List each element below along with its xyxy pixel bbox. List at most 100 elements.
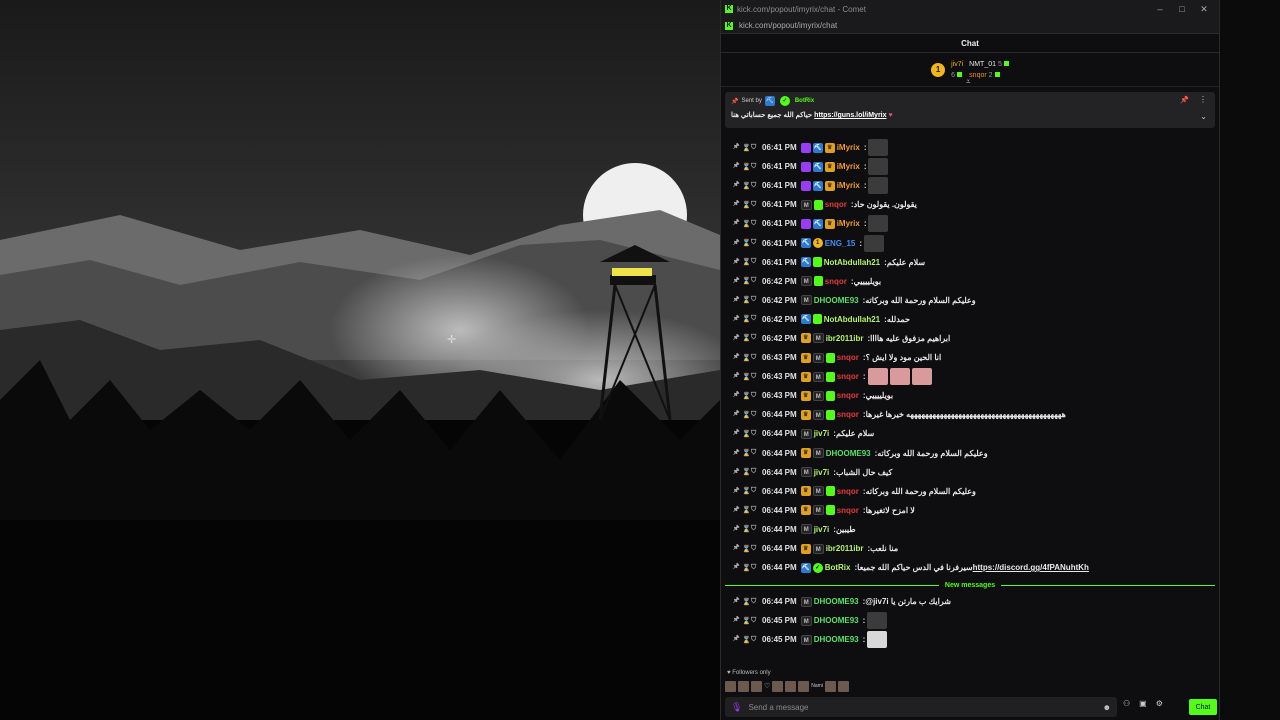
timeout-icon[interactable]: ⌛: [742, 468, 751, 476]
chat-message[interactable]: 🖈 ⌛ ⛉ 06:43 PM ♛ Msnqor:: [725, 367, 1215, 386]
timeout-icon[interactable]: ⌛: [742, 487, 751, 495]
pinned-message[interactable]: 📌 Sent by ⛏ ✓ BotRix حياكم الله جميع حسا…: [725, 92, 1215, 128]
ban-icon[interactable]: ⛉: [751, 487, 760, 495]
pin-message-icon[interactable]: 🖈: [733, 562, 742, 573]
timeout-icon[interactable]: ⌛: [742, 545, 751, 553]
message-username[interactable]: iMyrix: [837, 219, 860, 228]
chat-message[interactable]: 🖈 ⌛ ⛉ 06:41 PM ⛏ 1 ENG_15:: [725, 233, 1215, 252]
pin-message-icon[interactable]: 🖈: [733, 180, 742, 191]
message-username[interactable]: snqor: [837, 487, 859, 496]
ban-icon[interactable]: ⛉: [751, 468, 760, 476]
pin-message-icon[interactable]: 🖈: [733, 524, 742, 535]
emote-icon[interactable]: [798, 680, 810, 692]
chat-message[interactable]: 🖈 ⌛ ⛉ 06:44 PM M DHOOME93: @jiv7i شرايك ب مار…: [725, 592, 1215, 611]
ban-icon[interactable]: ⛉: [751, 449, 760, 457]
emote-label[interactable]: Nami: [811, 683, 823, 689]
url-text[interactable]: kick.com/popout/imyrix/chat: [739, 21, 837, 30]
ban-icon[interactable]: ⛉: [751, 506, 760, 514]
message-username[interactable]: DHOOME93: [814, 296, 859, 305]
timeout-icon[interactable]: ⌛: [742, 220, 751, 228]
leaderboard-others[interactable]: NMT_01 5 snqor 2: [969, 59, 1009, 81]
message-username[interactable]: snqor: [837, 372, 859, 381]
emote-icon[interactable]: [738, 680, 749, 692]
ban-icon[interactable]: ⛉: [751, 598, 760, 606]
minimize-button[interactable]: –: [1149, 4, 1171, 14]
chat-message[interactable]: 🖈 ⌛ ⛉ 06:43 PM ♛ Msnqor: انا الحين مود ولا اي…: [725, 348, 1215, 367]
timeout-icon[interactable]: ⌛: [742, 636, 751, 644]
emote-icon[interactable]: [725, 680, 736, 692]
pin-message-icon[interactable]: 🖈: [733, 161, 742, 172]
ban-icon[interactable]: ⛉: [751, 411, 760, 419]
pin-message-icon[interactable]: 🖈: [733, 257, 742, 268]
emote-icon[interactable]: [751, 680, 762, 692]
pin-message-icon[interactable]: 🖈: [733, 295, 742, 306]
chat-message[interactable]: 🖈 ⌛ ⛉ 06:41 PM ⛏ ♛ iMyrix:: [725, 138, 1215, 157]
chat-message[interactable]: 🖈 ⌛ ⛉ 06:44 PM ♛ Msnqor: وعليكم السلام ورحمة …: [725, 482, 1215, 501]
timeout-icon[interactable]: ⌛: [742, 617, 751, 625]
message-input[interactable]: [748, 702, 1097, 712]
kick-points-icon[interactable]: ⚇: [1123, 699, 1130, 708]
emote-icon[interactable]: [824, 680, 836, 692]
chat-message[interactable]: 🖈 ⌛ ⛉ 06:41 PM ⛏ ♛ iMyrix:: [725, 157, 1215, 176]
timeout-icon[interactable]: ⌛: [742, 144, 751, 152]
ban-icon[interactable]: ⛉: [751, 564, 760, 572]
chat-message[interactable]: 🖈 ⌛ ⛉ 06:44 PM ♛ Msnqor: هههههههههههههههههههه…: [725, 405, 1215, 424]
chat-message[interactable]: 🖈 ⌛ ⛉ 06:42 PM M DHOOME93: وعليكم السلام ورحم…: [725, 291, 1215, 310]
ban-icon[interactable]: ⛉: [751, 182, 760, 190]
heart-icon[interactable]: ♡: [764, 682, 770, 690]
more-options-icon[interactable]: ⋮: [1199, 95, 1207, 104]
chat-message[interactable]: 🖈 ⌛ ⛉ 06:44 PM Mjiv7i: كيف حال الشباب: [725, 463, 1215, 482]
timeout-icon[interactable]: ⌛: [742, 411, 751, 419]
chevron-down-icon[interactable]: ⌄: [1200, 112, 1207, 121]
chat-message[interactable]: 🖈 ⌛ ⛉ 06:44 PM Mjiv7i: سلام عليكم: [725, 424, 1215, 443]
pin-message-icon[interactable]: 🖈: [733, 333, 742, 344]
timeout-icon[interactable]: ⌛: [742, 163, 751, 171]
message-username[interactable]: ENG_15: [825, 239, 856, 248]
ban-icon[interactable]: ⛉: [751, 258, 760, 266]
message-username[interactable]: snqor: [837, 410, 859, 419]
message-username[interactable]: BotRix: [825, 563, 851, 572]
ban-icon[interactable]: ⛉: [751, 636, 760, 644]
ban-icon[interactable]: ⛉: [751, 277, 760, 285]
pin-message-icon[interactable]: 🖈: [733, 505, 742, 516]
timeout-icon[interactable]: ⌛: [742, 373, 751, 381]
timeout-icon[interactable]: ⌛: [742, 277, 751, 285]
timeout-icon[interactable]: ⌛: [742, 258, 751, 266]
gift-leaderboard[interactable]: 1 jiv7i 6 NMT_01 5 snqor 2 ⩡: [721, 53, 1219, 87]
message-username[interactable]: jiv7i: [814, 525, 830, 534]
timeout-icon[interactable]: ⌛: [742, 525, 751, 533]
message-username[interactable]: DHOOME93: [826, 449, 871, 458]
chat-message[interactable]: 🖈 ⌛ ⛉ 06:44 PM Mjiv7i: طيبين: [725, 520, 1215, 539]
pin-message-icon[interactable]: 🖈: [733, 352, 742, 363]
chat-message[interactable]: 🖈 ⌛ ⛉ 06:45 PM M DHOOME93:: [725, 611, 1215, 630]
ban-icon[interactable]: ⛉: [751, 545, 760, 553]
timeout-icon[interactable]: ⌛: [742, 430, 751, 438]
pin-message-icon[interactable]: 🖈: [733, 428, 742, 439]
chat-message[interactable]: 🖈 ⌛ ⛉ 06:43 PM ♛ Msnqor: بويلييييي: [725, 386, 1215, 405]
message-username[interactable]: snqor: [837, 391, 859, 400]
chat-message[interactable]: 🖈 ⌛ ⛉ 06:41 PM ⛏ NotAbdullah21: سلام عليكم: [725, 253, 1215, 272]
ban-icon[interactable]: ⛉: [751, 296, 760, 304]
chat-message[interactable]: 🖈 ⌛ ⛉ 06:41 PM Msnqor: يقولون. يقولون حاد: [725, 195, 1215, 214]
message-username[interactable]: snqor: [825, 200, 847, 209]
timeout-icon[interactable]: ⌛: [742, 598, 751, 606]
message-link[interactable]: https://discord.gg/4fPANuhtKh: [973, 563, 1089, 572]
chat-message[interactable]: 🖈 ⌛ ⛉ 06:42 PM Msnqor: بويلييييي: [725, 272, 1215, 291]
message-username[interactable]: DHOOME93: [814, 635, 859, 644]
pin-message-icon[interactable]: 🖈: [733, 615, 742, 626]
message-username[interactable]: NotAbdullah21: [824, 315, 880, 324]
message-username[interactable]: iMyrix: [837, 143, 860, 152]
chat-message[interactable]: 🖈 ⌛ ⛉ 06:45 PM M DHOOME93:: [725, 630, 1215, 649]
chat-message[interactable]: 🖈 ⌛ ⛉ 06:41 PM ⛏ ♛ iMyrix:: [725, 176, 1215, 195]
pin-message-icon[interactable]: 🖈: [733, 390, 742, 401]
ban-icon[interactable]: ⛉: [751, 144, 760, 152]
emote-icon[interactable]: [837, 680, 849, 692]
chat-message[interactable]: 🖈 ⌛ ⛉ 06:44 PM ⛏ ✓ BotRix: سيرفرنا في الدس حيا…: [725, 558, 1215, 577]
chat-message[interactable]: 🖈 ⌛ ⛉ 06:42 PM ♛ Mibr2011ibr: ابراهيم مزفوق ع…: [725, 329, 1215, 348]
emote-icon[interactable]: [785, 680, 797, 692]
ban-icon[interactable]: ⛉: [751, 239, 760, 247]
timeout-icon[interactable]: ⌛: [742, 239, 751, 247]
ban-icon[interactable]: ⛉: [751, 334, 760, 342]
ban-icon[interactable]: ⛉: [751, 617, 760, 625]
timeout-icon[interactable]: ⌛: [742, 296, 751, 304]
